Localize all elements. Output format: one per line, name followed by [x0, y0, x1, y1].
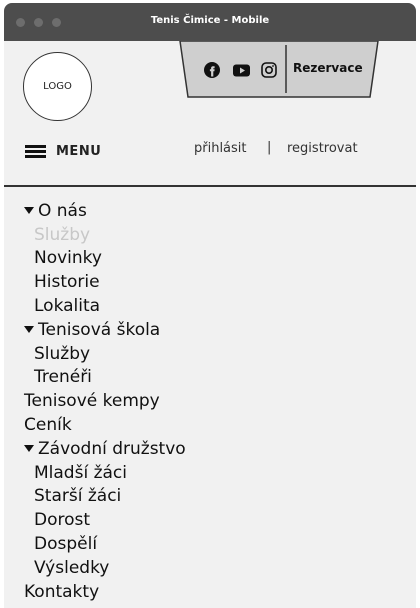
nav-subitem[interactable]: Dorost	[4, 508, 416, 532]
nav-item-label: Závodní družstvo	[38, 438, 186, 459]
caret-down-icon	[24, 326, 34, 334]
nav-item[interactable]: Tenisová škola	[4, 318, 416, 342]
window-title: Tenis Čimice - Mobile	[150, 15, 270, 26]
nav-item-label: Novinky	[34, 248, 102, 269]
header-divider	[4, 185, 416, 187]
nav-item-label: Služby	[34, 224, 91, 245]
nav-subitem[interactable]: Lokalita	[4, 294, 416, 318]
window-titlebar: Tenis Čimice - Mobile	[4, 3, 416, 41]
menu-button[interactable]: MENU	[25, 143, 101, 160]
hamburger-icon	[25, 143, 46, 160]
nav-item-label: Ceník	[24, 415, 72, 436]
nav-item-label: Tenisová škola	[38, 319, 161, 340]
nav-item-label: Starší žáci	[34, 486, 122, 507]
app-window: Tenis Čimice - Mobile LOGO Rezervace MEN…	[4, 3, 416, 608]
nav-item[interactable]: O nás	[4, 199, 416, 223]
nav-item-label: Trenéři	[34, 367, 92, 388]
facebook-icon[interactable]	[203, 61, 221, 79]
caret-down-icon	[24, 445, 34, 453]
instagram-icon[interactable]	[260, 61, 278, 79]
nav-item-label: Historie	[34, 272, 100, 293]
nav-item-label: Dorost	[34, 510, 91, 531]
nav-item-label: Lokalita	[34, 296, 101, 317]
register-link[interactable]: registrovat	[287, 141, 358, 156]
nav-item[interactable]: Závodní družstvo	[4, 437, 416, 461]
nav-subitem[interactable]: Dospělí	[4, 532, 416, 556]
reservation-link[interactable]: Rezervace	[293, 61, 363, 75]
login-link[interactable]: přihlásit	[194, 141, 247, 156]
nav-subitem[interactable]: Služby	[4, 342, 416, 366]
nav-item-label: Mladší žáci	[34, 462, 127, 483]
nav-item[interactable]: Ceník	[4, 413, 416, 437]
nav-subitem[interactable]: Starší žáci	[4, 485, 416, 509]
nav-subitem[interactable]: Novinky	[4, 247, 416, 271]
nav-item-label: Tenisové kempy	[24, 391, 160, 412]
youtube-icon[interactable]	[232, 61, 250, 79]
nav-menu: O nás Služby Novinky Historie Lokalita Teniso…	[4, 199, 416, 604]
nav-item[interactable]: Tenisové kempy	[4, 389, 416, 413]
auth-separator: |	[267, 140, 272, 155]
nav-subitem[interactable]: Služby	[4, 223, 416, 247]
nav-subitem[interactable]: Trenéři	[4, 366, 416, 390]
logo[interactable]: LOGO	[23, 52, 92, 121]
nav-subitem[interactable]: Výsledky	[4, 556, 416, 580]
nav-item-label: O nás	[38, 200, 87, 221]
nav-subitem[interactable]: Historie	[4, 270, 416, 294]
nav-item-label: Dospělí	[34, 534, 98, 555]
nav-item-label: Výsledky	[34, 557, 110, 578]
nav-subitem[interactable]: Mladší žáci	[4, 461, 416, 485]
nav-item-label: Služby	[34, 343, 91, 364]
menu-label: MENU	[56, 144, 102, 159]
caret-down-icon	[24, 207, 34, 215]
nav-item[interactable]: Kontakty	[4, 580, 416, 604]
nav-item-label: Kontakty	[24, 581, 100, 602]
